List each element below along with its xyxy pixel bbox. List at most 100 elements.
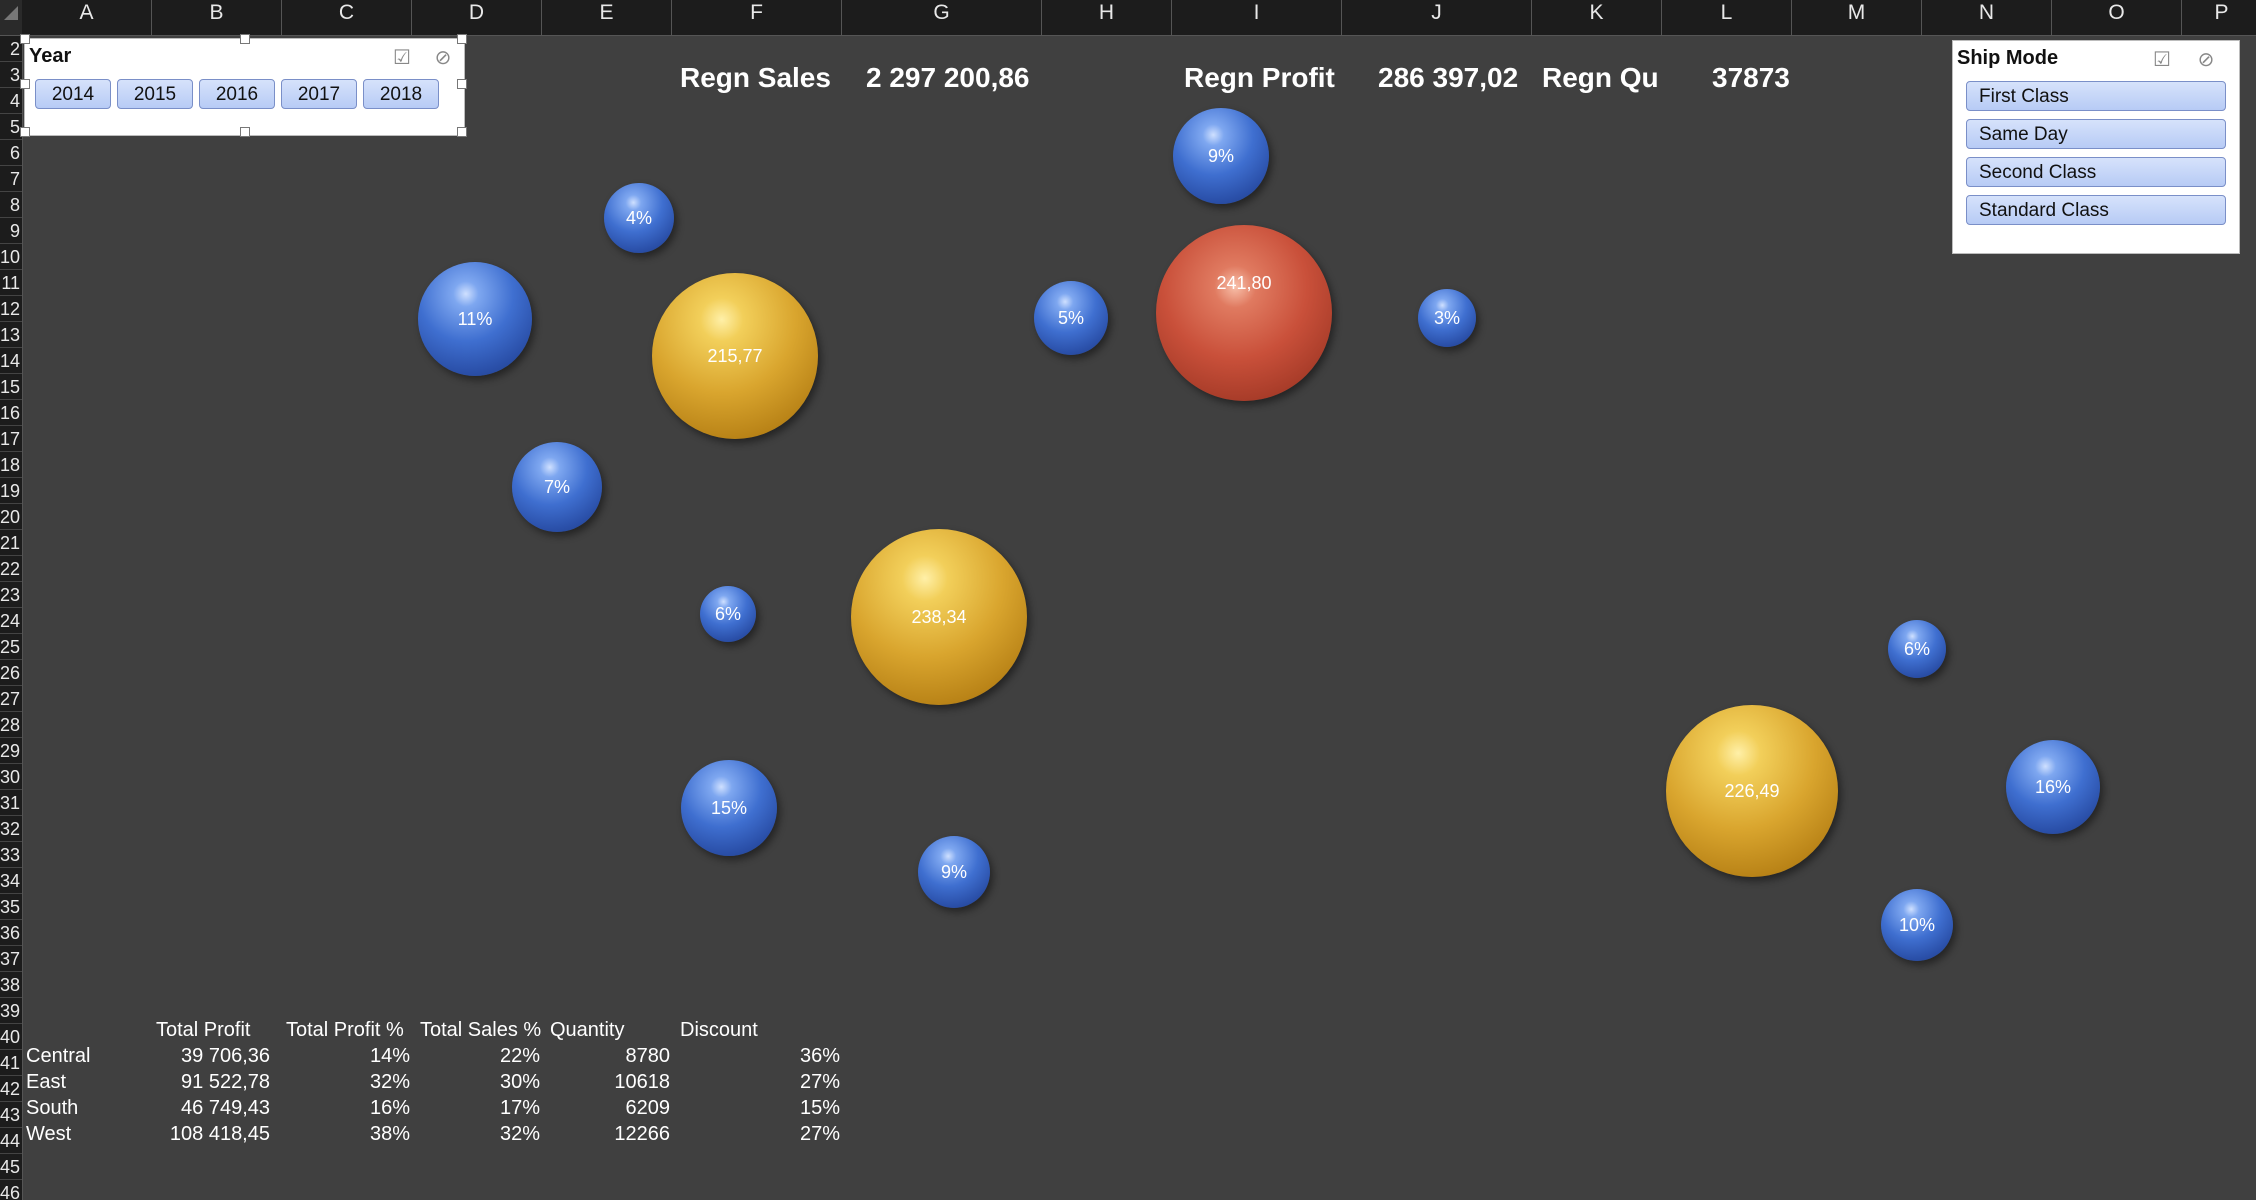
column-header-g[interactable]: G (842, 0, 1042, 35)
resize-handle[interactable] (20, 127, 30, 137)
bubble-blue[interactable]: 15% (681, 760, 777, 856)
column-header-m[interactable]: M (1792, 0, 1922, 35)
row-header-20[interactable]: 20 (0, 504, 22, 530)
column-header-a[interactable]: A (22, 0, 152, 35)
row-header-39[interactable]: 39 (0, 998, 22, 1024)
row-header-22[interactable]: 22 (0, 556, 22, 582)
column-header-k[interactable]: K (1532, 0, 1662, 35)
row-header-10[interactable]: 10 (0, 244, 22, 270)
resize-handle[interactable] (457, 127, 467, 137)
year-button-2014[interactable]: 2014 (35, 79, 111, 109)
bubble-gold[interactable]: 215,77 (652, 273, 818, 439)
column-header-l[interactable]: L (1662, 0, 1792, 35)
bubble-blue[interactable]: 7% (512, 442, 602, 532)
row-header-3[interactable]: 3 (0, 62, 22, 88)
row-header-8[interactable]: 8 (0, 192, 22, 218)
row-header-37[interactable]: 37 (0, 946, 22, 972)
select-all-corner[interactable] (0, 0, 22, 35)
resize-handle[interactable] (240, 34, 250, 44)
resize-handle[interactable] (20, 34, 30, 44)
clear-filter-icon[interactable]: ⊘ (2193, 47, 2219, 73)
year-button-2017[interactable]: 2017 (281, 79, 357, 109)
row-header-7[interactable]: 7 (0, 166, 22, 192)
column-header-n[interactable]: N (1922, 0, 2052, 35)
ship-mode-slicer[interactable]: Ship Mode ☑ ⊘ First Class Same Day Second … (1952, 40, 2240, 254)
resize-handle[interactable] (457, 34, 467, 44)
bubble-blue[interactable]: 4% (604, 183, 674, 253)
row-header-41[interactable]: 41 (0, 1050, 22, 1076)
row-header-18[interactable]: 18 (0, 452, 22, 478)
bubble-blue[interactable]: 6% (1888, 620, 1946, 678)
bubble-blue[interactable]: 5% (1034, 281, 1108, 355)
row-header-34[interactable]: 34 (0, 868, 22, 894)
row-header-12[interactable]: 12 (0, 296, 22, 322)
resize-handle[interactable] (240, 127, 250, 137)
resize-handle[interactable] (457, 79, 467, 89)
multi-select-icon[interactable]: ☑ (389, 45, 415, 71)
row-header-36[interactable]: 36 (0, 920, 22, 946)
column-header-d[interactable]: D (412, 0, 542, 35)
row-header-11[interactable]: 11 (0, 270, 22, 296)
ship-mode-button-standard-class[interactable]: Standard Class (1966, 195, 2226, 225)
column-header-c[interactable]: C (282, 0, 412, 35)
row-header-32[interactable]: 32 (0, 816, 22, 842)
row-header-46[interactable]: 46 (0, 1180, 22, 1200)
row-header-16[interactable]: 16 (0, 400, 22, 426)
year-button-2016[interactable]: 2016 (199, 79, 275, 109)
ship-mode-button-same-day[interactable]: Same Day (1966, 119, 2226, 149)
bubble-blue[interactable]: 9% (918, 836, 990, 908)
row-header-26[interactable]: 26 (0, 660, 22, 686)
bubble-red[interactable]: 241,80 (1156, 225, 1332, 401)
row-header-24[interactable]: 24 (0, 608, 22, 634)
row-header-14[interactable]: 14 (0, 348, 22, 374)
column-header-f[interactable]: F (672, 0, 842, 35)
resize-handle[interactable] (20, 79, 30, 89)
year-button-2015[interactable]: 2015 (117, 79, 193, 109)
row-header-5[interactable]: 5 (0, 114, 22, 140)
column-header-b[interactable]: B (152, 0, 282, 35)
row-header-33[interactable]: 33 (0, 842, 22, 868)
bubble-blue[interactable]: 11% (418, 262, 532, 376)
row-header-17[interactable]: 17 (0, 426, 22, 452)
bubble-gold[interactable]: 226,49 (1666, 705, 1838, 877)
ship-mode-button-second-class[interactable]: Second Class (1966, 157, 2226, 187)
column-header-p[interactable]: P (2182, 0, 2256, 35)
row-header-44[interactable]: 44 (0, 1128, 22, 1154)
row-header-25[interactable]: 25 (0, 634, 22, 660)
row-header-35[interactable]: 35 (0, 894, 22, 920)
column-header-j[interactable]: J (1342, 0, 1532, 35)
row-header-28[interactable]: 28 (0, 712, 22, 738)
column-header-i[interactable]: I (1172, 0, 1342, 35)
row-header-42[interactable]: 42 (0, 1076, 22, 1102)
row-header-30[interactable]: 30 (0, 764, 22, 790)
row-header-21[interactable]: 21 (0, 530, 22, 556)
bubble-blue[interactable]: 3% (1418, 289, 1476, 347)
ship-mode-button-first-class[interactable]: First Class (1966, 81, 2226, 111)
bubble-blue[interactable]: 6% (700, 586, 756, 642)
row-header-4[interactable]: 4 (0, 88, 22, 114)
year-button-2018[interactable]: 2018 (363, 79, 439, 109)
row-header-2[interactable]: 2 (0, 36, 22, 62)
row-header-40[interactable]: 40 (0, 1024, 22, 1050)
row-header-19[interactable]: 19 (0, 478, 22, 504)
year-slicer[interactable]: Year ☑ ⊘ 2014 2015 2016 2017 2018 (20, 34, 467, 137)
row-header-9[interactable]: 9 (0, 218, 22, 244)
row-header-13[interactable]: 13 (0, 322, 22, 348)
column-header-h[interactable]: H (1042, 0, 1172, 35)
bubble-blue[interactable]: 16% (2006, 740, 2100, 834)
row-header-45[interactable]: 45 (0, 1154, 22, 1180)
row-header-6[interactable]: 6 (0, 140, 22, 166)
clear-filter-icon[interactable]: ⊘ (430, 45, 456, 71)
bubble-gold[interactable]: 238,34 (851, 529, 1027, 705)
row-header-31[interactable]: 31 (0, 790, 22, 816)
row-header-23[interactable]: 23 (0, 582, 22, 608)
column-header-o[interactable]: O (2052, 0, 2182, 35)
row-header-29[interactable]: 29 (0, 738, 22, 764)
row-header-27[interactable]: 27 (0, 686, 22, 712)
multi-select-icon[interactable]: ☑ (2149, 47, 2175, 73)
row-header-43[interactable]: 43 (0, 1102, 22, 1128)
bubble-blue[interactable]: 9% (1173, 108, 1269, 204)
row-header-15[interactable]: 15 (0, 374, 22, 400)
row-header-38[interactable]: 38 (0, 972, 22, 998)
select-all-triangle-icon[interactable] (4, 6, 18, 20)
